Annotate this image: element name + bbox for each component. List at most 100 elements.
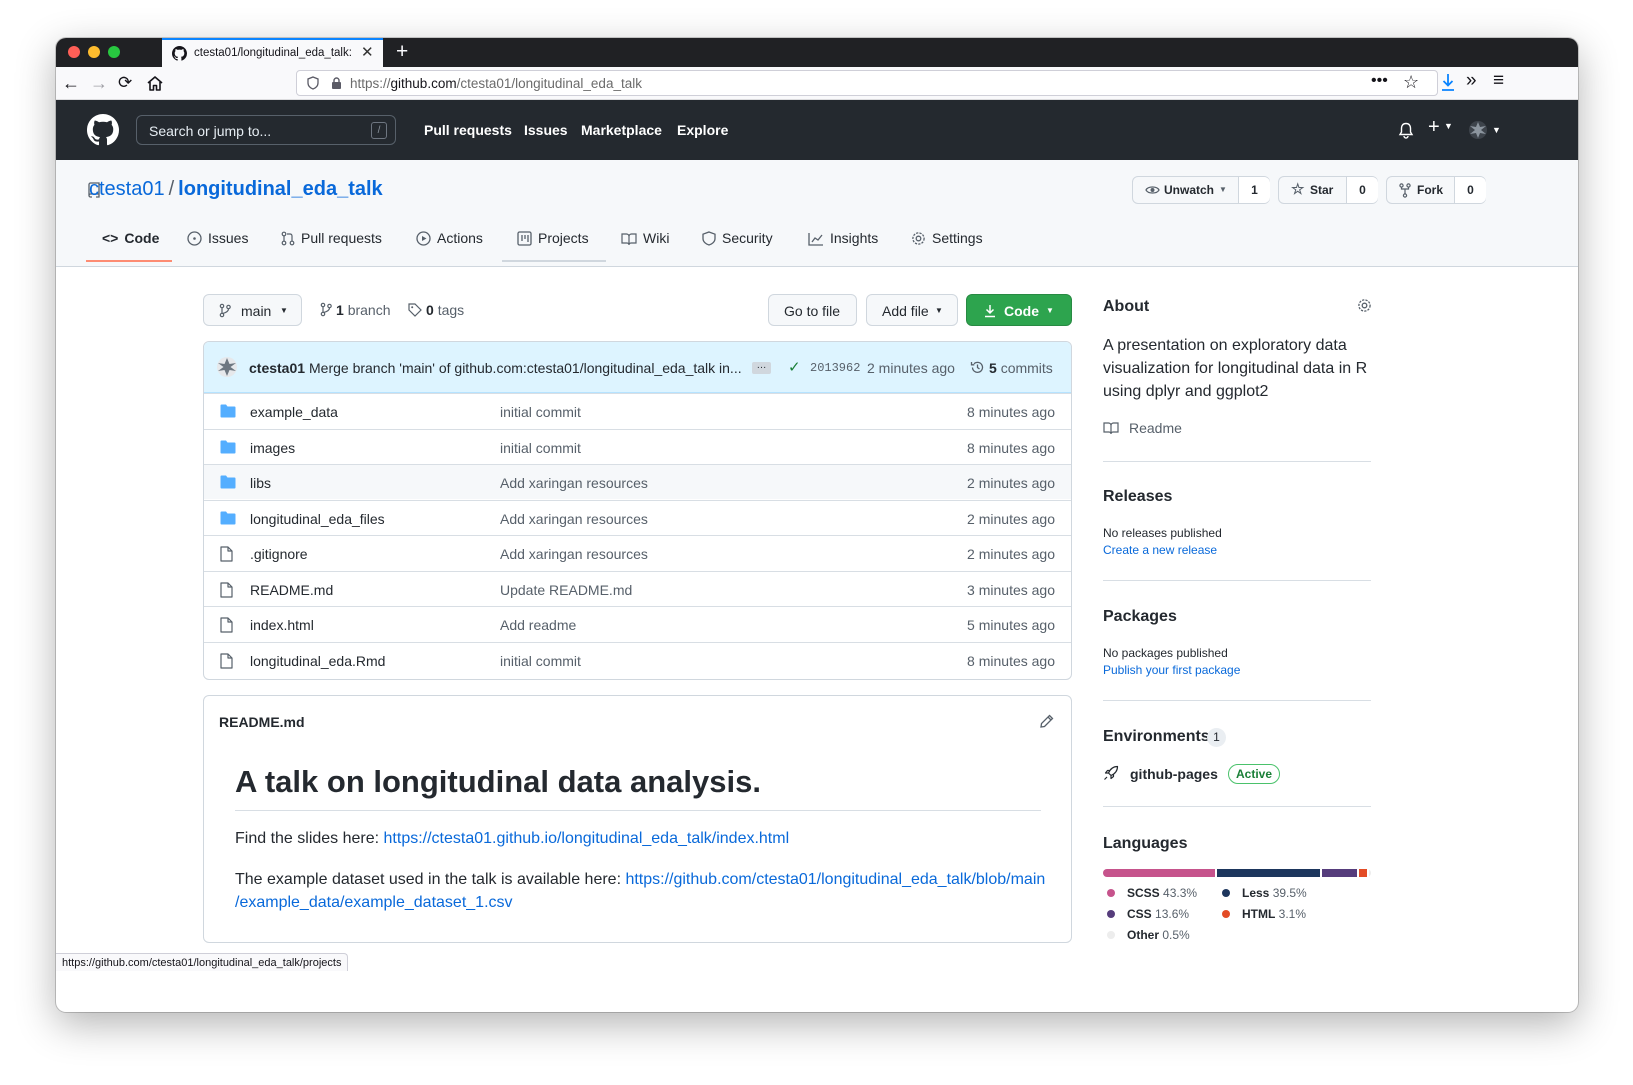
page-actions-icon[interactable]: ••• [1371, 72, 1388, 90]
file-name-link[interactable]: index.html [250, 617, 314, 633]
environment-name[interactable]: github-pages [1130, 766, 1218, 782]
readme-link[interactable]: Readme [1103, 420, 1182, 436]
language-item[interactable]: Other 0.5% [1103, 928, 1190, 942]
expand-commit-ellipsis[interactable]: … [752, 361, 771, 374]
create-new-caret-icon[interactable]: ▼ [1444, 121, 1453, 131]
file-name-link[interactable]: longitudinal_eda_files [250, 511, 385, 527]
fork-button[interactable]: Fork 0 [1386, 176, 1486, 204]
commit-author[interactable]: ctesta01 [249, 360, 305, 376]
file-row[interactable]: example_data initial commit 8 minutes ago [204, 393, 1071, 428]
file-name-link[interactable]: example_data [250, 404, 338, 420]
file-commit-message[interactable]: initial commit [500, 440, 581, 456]
branch-select-button[interactable]: main ▼ [203, 294, 302, 326]
zoom-window-button[interactable] [108, 46, 120, 58]
about-settings-gear-icon[interactable] [1357, 298, 1372, 313]
file-row[interactable]: longitudinal_eda.Rmd initial commit 8 minu… [204, 641, 1071, 677]
dataset-link[interactable]: https://github.com/ctesta01/longitudinal… [625, 871, 1045, 888]
file-commit-message[interactable]: Add xaringan resources [500, 511, 648, 527]
home-icon[interactable] [146, 75, 164, 92]
bell-icon[interactable] [1398, 122, 1414, 139]
avatar[interactable] [1468, 120, 1488, 140]
tab-settings[interactable]: Settings [911, 230, 983, 246]
branches-link[interactable]: 1 branch [320, 302, 391, 318]
repo-owner-link[interactable]: ctesta01 [89, 178, 165, 200]
packages-heading[interactable]: Packages [1103, 608, 1177, 626]
tab-wiki[interactable]: Wiki [621, 230, 669, 246]
tracking-shield-icon[interactable] [307, 76, 319, 90]
file-row[interactable]: index.html Add readme 5 minutes ago [204, 606, 1071, 641]
tab-issues[interactable]: Issues [187, 230, 248, 246]
close-window-button[interactable] [68, 46, 80, 58]
file-name-link[interactable]: images [250, 440, 295, 456]
file-commit-message[interactable]: Add xaringan resources [500, 475, 648, 491]
go-to-file-button[interactable]: Go to file [768, 294, 857, 326]
publish-package-link[interactable]: Publish your first package [1103, 663, 1240, 677]
language-item[interactable]: Less 39.5% [1218, 886, 1307, 900]
environments-heading[interactable]: Environments [1103, 728, 1210, 746]
file-commit-message[interactable]: initial commit [500, 653, 581, 669]
browser-tab[interactable]: ctesta01/longitudinal_eda_talk: ✕ [162, 38, 383, 67]
file-name-link[interactable]: longitudinal_eda.Rmd [250, 653, 385, 669]
commit-author-avatar[interactable] [216, 356, 238, 378]
tab-pull-requests[interactable]: Pull requests [281, 230, 382, 246]
language-item[interactable]: HTML 3.1% [1218, 907, 1306, 921]
commit-sha[interactable]: 2013962 [810, 361, 860, 375]
watch-count[interactable]: 1 [1238, 177, 1270, 203]
reload-icon[interactable]: ⟳ [118, 71, 132, 95]
lock-icon[interactable] [331, 77, 342, 89]
file-row[interactable]: README.md Update README.md 3 minutes ago [204, 570, 1071, 606]
forward-arrow-icon[interactable]: → [90, 71, 108, 95]
file-commit-message[interactable]: Add readme [500, 617, 576, 633]
close-tab-icon[interactable]: ✕ [361, 43, 374, 61]
nav-explore[interactable]: Explore [677, 122, 728, 138]
repo-name-link[interactable]: longitudinal_eda_talk [178, 178, 382, 200]
file-row[interactable]: images initial commit 8 minutes ago [204, 428, 1071, 464]
tab-projects[interactable]: Projects [517, 230, 589, 246]
file-row[interactable]: .gitignore Add xaringan resources 2 minute… [204, 535, 1071, 570]
pencil-icon[interactable] [1040, 714, 1054, 728]
new-tab-icon[interactable]: + [396, 39, 408, 65]
minimize-window-button[interactable] [88, 46, 100, 58]
commits-link[interactable]: 5 commits [970, 360, 1053, 376]
github-logo-icon[interactable] [87, 114, 119, 146]
file-row[interactable]: longitudinal_eda_files Add xaringan resou… [204, 499, 1071, 535]
language-item[interactable]: CSS 13.6% [1103, 907, 1189, 921]
file-name-link[interactable]: .gitignore [250, 546, 308, 562]
file-name-link[interactable]: libs [250, 475, 271, 491]
unwatch-button[interactable]: Unwatch ▼ 1 [1132, 176, 1270, 204]
tab-security[interactable]: Security [702, 230, 773, 246]
nav-issues[interactable]: Issues [524, 122, 568, 138]
commit-message[interactable]: Merge branch 'main' of github.com:ctesta… [309, 360, 742, 376]
nav-pull-requests[interactable]: Pull requests [424, 122, 512, 138]
file-commit-message[interactable]: Add xaringan resources [500, 546, 648, 562]
tags-link[interactable]: 0 tags [408, 302, 464, 318]
file-row[interactable]: libs Add xaringan resources 2 minutes ago [204, 464, 1071, 499]
avatar-caret-icon[interactable]: ▼ [1492, 125, 1501, 135]
url-bar[interactable]: https://github.com/ctesta01/longitudinal… [296, 70, 1438, 96]
dataset-link-continued[interactable]: /example_data/example_dataset_1.csv [235, 894, 513, 911]
star-button[interactable]: ☆ Star 0 [1278, 176, 1378, 204]
downloads-icon[interactable] [1440, 73, 1456, 92]
fork-count[interactable]: 0 [1454, 177, 1486, 203]
language-item[interactable]: SCSS 43.3% [1103, 886, 1197, 900]
search-input[interactable]: Search or jump to... / [136, 115, 396, 145]
slides-link[interactable]: https://ctesta01.github.io/longitudinal_… [384, 830, 790, 847]
back-arrow-icon[interactable]: ← [62, 71, 80, 95]
star-count[interactable]: 0 [1346, 177, 1378, 203]
create-new-plus-icon[interactable]: + [1428, 116, 1440, 139]
overflow-menu-icon[interactable]: » [1466, 70, 1477, 92]
create-release-link[interactable]: Create a new release [1103, 543, 1217, 557]
file-commit-message[interactable]: Update README.md [500, 582, 632, 598]
file-commit-message[interactable]: initial commit [500, 404, 581, 420]
add-file-button[interactable]: Add file ▼ [866, 294, 958, 326]
nav-marketplace[interactable]: Marketplace [581, 122, 662, 138]
hamburger-menu-icon[interactable]: ≡ [1493, 70, 1504, 92]
tab-code[interactable]: <> Code [102, 230, 159, 246]
check-icon[interactable]: ✓ [788, 358, 801, 376]
code-button[interactable]: Code ▼ [966, 294, 1072, 326]
tab-actions[interactable]: Actions [416, 230, 483, 246]
tab-insights[interactable]: Insights [808, 230, 878, 246]
file-name-link[interactable]: README.md [250, 582, 333, 598]
releases-heading[interactable]: Releases [1103, 488, 1172, 506]
bookmark-star-icon[interactable]: ☆ [1403, 72, 1419, 93]
